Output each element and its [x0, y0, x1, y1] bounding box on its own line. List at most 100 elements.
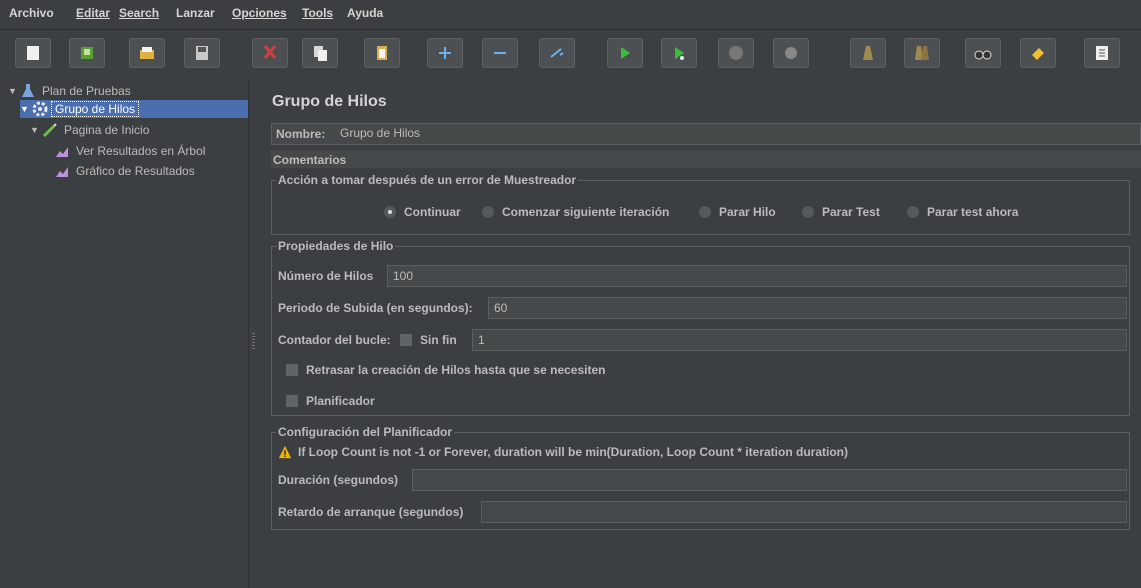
shutdown-button[interactable] [773, 38, 809, 68]
test-plan-tree: ▼ Plan de Pruebas ▼ Grupo de Hilos ▼ Pag… [0, 78, 248, 588]
tree-label-sampler: Pagina de Inicio [64, 123, 150, 137]
duration-field[interactable] [412, 469, 1127, 491]
radio-icon [907, 206, 919, 218]
copy-button[interactable] [302, 38, 338, 68]
expand-button[interactable] [427, 38, 463, 68]
open-folder-icon [140, 47, 154, 59]
play-icon [621, 47, 630, 59]
templates-button[interactable] [69, 38, 105, 68]
new-button[interactable] [15, 38, 51, 68]
name-field[interactable]: Grupo de Hilos [335, 123, 1141, 145]
templates-icon [81, 47, 93, 59]
expanded-arrow-icon[interactable]: ▼ [8, 86, 20, 96]
minus-icon [494, 52, 506, 54]
thread-properties-title: Propiedades de Hilo [276, 239, 396, 253]
search-button[interactable] [965, 38, 1001, 68]
save-button[interactable] [184, 38, 220, 68]
tree-node-sampler[interactable]: ▼ Pagina de Inicio [30, 121, 152, 139]
rampup-field[interactable]: 60 [488, 297, 1127, 319]
menu-tools[interactable]: Tools [302, 6, 333, 20]
scheduler-checkbox[interactable]: Planificador [286, 394, 375, 408]
save-icon [196, 46, 208, 60]
function-helper-button[interactable] [1084, 38, 1120, 68]
menu-editar-label: Editar [76, 6, 111, 20]
comments-label: Comentarios [273, 153, 347, 167]
binoculars-icon [974, 50, 992, 60]
scheduler-warning: If Loop Count is not -1 or Forever, dura… [278, 445, 848, 459]
tree-node-results-graph[interactable]: Gráfico de Resultados [54, 162, 198, 180]
chart-icon [56, 167, 68, 177]
expanded-arrow-icon[interactable]: ▼ [30, 125, 42, 135]
plus-icon [439, 47, 451, 59]
rampup-label: Periodo de Subida (en segundos): [278, 301, 473, 315]
delay-thread-creation-label: Retrasar la creación de Hilos hasta que … [306, 363, 606, 377]
delay-thread-creation-checkbox[interactable]: Retrasar la creación de Hilos hasta que … [286, 363, 605, 377]
checkbox-icon [286, 395, 298, 407]
comments-row: Comentarios [271, 150, 1141, 168]
start-no-pauses-button[interactable] [661, 38, 697, 68]
radio-parar-test[interactable]: Parar Test [802, 205, 880, 219]
error-action-panel: Acción a tomar después de un error de Mu… [271, 173, 1130, 235]
toggle-wand-icon [550, 48, 564, 58]
reset-search-button[interactable] [1020, 38, 1056, 68]
tree-node-results-tree[interactable]: Ver Resultados en Árbol [54, 142, 208, 160]
toggle-button[interactable] [539, 38, 575, 68]
radio-icon [482, 206, 494, 218]
startup-delay-label: Retardo de arranque (segundos) [278, 505, 464, 519]
menu-editar[interactable]: Editar [76, 6, 110, 20]
radio-icon [802, 206, 814, 218]
tree-node-plan[interactable]: ▼ Plan de Pruebas [8, 82, 134, 100]
open-button[interactable] [129, 38, 165, 68]
splitter[interactable] [248, 78, 259, 588]
radio-siguiente-iteracion[interactable]: Comenzar siguiente iteración [482, 205, 669, 219]
forever-checkbox[interactable]: Sin fin [400, 333, 457, 347]
stop-icon [729, 46, 743, 60]
shutdown-icon [785, 47, 797, 59]
scheduler-warning-text: If Loop Count is not -1 or Forever, dura… [298, 445, 848, 459]
paste-button[interactable] [364, 38, 400, 68]
menu-opciones[interactable]: Opciones [232, 6, 287, 20]
play-no-pause-icon [675, 47, 684, 60]
duration-label: Duración (segundos) [278, 473, 399, 487]
menu-tools-label: Tools [302, 6, 334, 20]
chart-icon [56, 147, 68, 157]
expanded-arrow-icon[interactable]: ▼ [20, 104, 32, 114]
tree-label-results-tree: Ver Resultados en Árbol [76, 144, 206, 158]
threads-field[interactable]: 100 [387, 265, 1127, 287]
clear-all-button[interactable] [904, 38, 940, 68]
clear-button[interactable] [850, 38, 886, 68]
radio-continuar-label: Continuar [404, 205, 461, 219]
start-button[interactable] [607, 38, 643, 68]
loop-count-field[interactable]: 1 [472, 329, 1127, 351]
menu-lanzar[interactable]: Lanzar [176, 6, 215, 20]
checkbox-icon [286, 364, 298, 376]
collapse-button[interactable] [482, 38, 518, 68]
scheduler-label: Planificador [306, 394, 375, 408]
menu-archivo[interactable]: Archivo [9, 6, 54, 20]
cut-icon [263, 45, 277, 59]
thread-group-panel: Grupo de Hilos Nombre: Grupo de Hilos Co… [259, 78, 1141, 588]
splitter-grip-icon[interactable] [252, 333, 255, 349]
forever-label: Sin fin [420, 333, 457, 347]
error-action-title: Acción a tomar después de un error de Mu… [276, 173, 579, 187]
startup-delay-field[interactable] [481, 501, 1127, 523]
tree-node-thread-group[interactable]: ▼ Grupo de Hilos [20, 100, 248, 118]
radio-parar-hilo[interactable]: Parar Hilo [699, 205, 776, 219]
page-title: Grupo de Hilos [272, 93, 387, 110]
menu-search-label: Search [119, 6, 160, 20]
stop-button[interactable] [718, 38, 754, 68]
copy-icon [314, 46, 327, 61]
gear-icon [32, 101, 48, 117]
menu-search[interactable]: Search [119, 6, 159, 20]
toolbar [0, 29, 1141, 75]
menu-ayuda[interactable]: Ayuda [347, 6, 383, 20]
warning-icon [278, 445, 292, 459]
radio-continuar[interactable]: Continuar [384, 205, 461, 219]
paste-icon [377, 46, 387, 60]
new-file-icon [27, 46, 39, 60]
radio-parar-test-ahora-label: Parar test ahora [927, 205, 1019, 219]
radio-parar-test-ahora[interactable]: Parar test ahora [907, 205, 1018, 219]
flask-icon [22, 84, 34, 97]
radio-parar-hilo-label: Parar Hilo [719, 205, 776, 219]
cut-button[interactable] [252, 38, 288, 68]
